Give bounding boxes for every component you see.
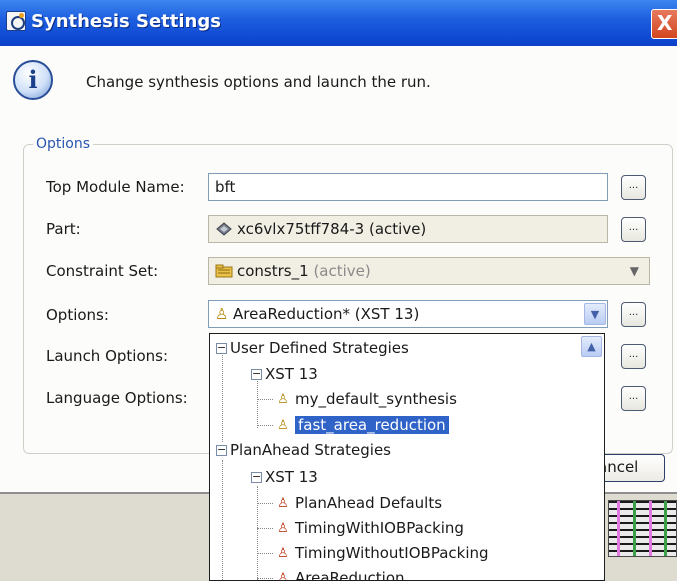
constraint-set-label: Constraint Set: [46,262,159,280]
part-browse-button[interactable]: ... [621,217,646,242]
tree-subgroup-planahead-xst13[interactable]: − XST 13 [251,465,318,489]
person-icon: ♙ [215,305,229,323]
language-options-label: Language Options: [46,389,188,407]
constraint-set-note: (active) [313,262,371,280]
app-icon [6,11,26,31]
part-label: Part: [46,220,81,238]
person-icon: ♙ [277,417,289,433]
top-module-label: Top Module Name: [46,178,185,196]
options-label: Options: [46,306,109,324]
person-red-icon: ♙ [277,570,289,581]
tree-subgroup-user-xst13[interactable]: − XST 13 [251,362,318,386]
title-bar: Synthesis Settings X [0,0,677,46]
chip-icon [216,222,232,236]
collapse-icon[interactable]: − [216,444,227,456]
tree-item[interactable]: ♙ PlanAhead Defaults [257,491,442,515]
collapse-icon[interactable]: − [251,471,262,483]
person-red-icon: ♙ [277,495,289,511]
chevron-down-icon: ▼ [629,264,639,278]
tree-item[interactable]: ♙ TimingWithoutIOBPacking [257,541,489,565]
options-legend: Options [33,136,94,152]
tree-item[interactable]: ♙ my_default_synthesis [257,387,457,411]
info-icon: i [13,60,53,100]
options-select[interactable]: ♙ AreaReduction* (XST 13) [208,300,608,328]
options-dropdown-button[interactable]: ▼ [584,303,606,325]
window-title: Synthesis Settings [31,11,221,32]
tree-group-label: PlanAhead Strategies [230,441,391,459]
top-module-browse-button[interactable]: ... [621,175,646,200]
folder-icon [215,264,233,278]
tree-group-user-defined[interactable]: − User Defined Strategies [216,336,409,360]
launch-options-label: Launch Options: [46,347,169,365]
part-value: xc6vlx75tff784-3 (active) [237,220,427,238]
tree-item-label: TimingWithoutIOBPacking [295,544,489,562]
tree-item-label: AreaReduction [295,569,405,581]
options-browse-button[interactable]: ... [621,302,646,327]
part-field: xc6vlx75tff784-3 (active) [208,215,608,243]
tree-group-planahead[interactable]: − PlanAhead Strategies [216,438,391,462]
tree-item-label: fast_area_reduction [295,416,449,434]
language-options-browse-button[interactable]: ... [621,386,646,411]
header-message: Change synthesis options and launch the … [86,73,431,91]
constraint-set-value: constrs_1 [237,262,309,280]
person-red-icon: ♙ [277,545,289,561]
person-icon: ♙ [277,391,289,407]
tree-group-label: User Defined Strategies [230,339,409,357]
tree-item-selected[interactable]: ♙ fast_area_reduction [257,413,449,437]
background-graphic [608,500,677,557]
tree-item-label: PlanAhead Defaults [295,494,443,512]
tree-item-label: TimingWithIOBPacking [295,519,464,537]
options-value: AreaReduction* (XST 13) [233,305,420,323]
person-red-icon: ♙ [277,520,289,536]
top-module-value: bft [215,178,236,196]
top-module-input[interactable]: bft [208,173,608,201]
tree-item[interactable]: ♙ TimingWithIOBPacking [257,516,464,540]
strategy-dropdown-popup: ▲ − User Defined Strategies − XST 13 ♙ my_d… [209,333,605,581]
constraint-set-select[interactable]: constrs_1 (active) ▼ [208,257,650,285]
collapse-icon[interactable]: − [216,342,227,354]
tree-subgroup-label: XST 13 [265,365,318,383]
scroll-up-button[interactable]: ▲ [581,336,602,357]
launch-options-browse-button[interactable]: ... [621,344,646,369]
tree-item-label: my_default_synthesis [295,390,457,408]
tree-subgroup-label: XST 13 [265,468,318,486]
tree-item[interactable]: ♙ AreaReduction [257,566,405,581]
close-button[interactable]: X [651,9,677,39]
collapse-icon[interactable]: − [251,368,262,380]
